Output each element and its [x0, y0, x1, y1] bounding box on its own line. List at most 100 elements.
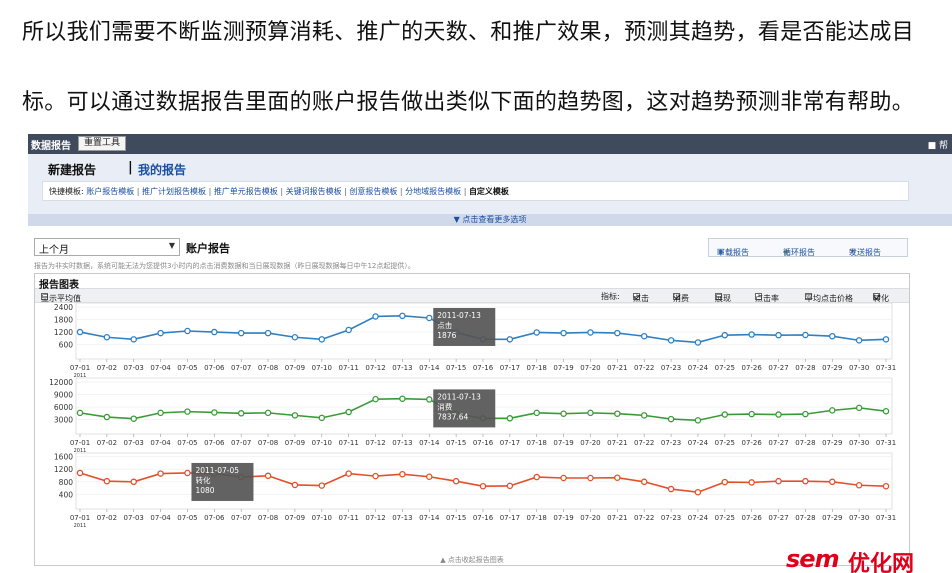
data-point — [345, 470, 352, 477]
x-tick-label: 07-06 — [204, 514, 225, 522]
data-point — [318, 414, 326, 422]
x-tick-label: 07-17 — [500, 514, 520, 522]
y-tick-label: 12000 — [49, 378, 73, 387]
report-chart-box: 报告图表 显示平均值 指标: 点击 消费 展现 点击率 平均点击价格 转化 60… — [34, 273, 910, 566]
data-point — [345, 408, 352, 416]
x-tick-label: 07-28 — [795, 364, 815, 372]
help-icon[interactable]: ■ 帮 — [928, 138, 948, 151]
data-point — [291, 333, 299, 341]
data-point — [855, 337, 863, 344]
x-tick-label: 07-26 — [741, 514, 762, 522]
data-point — [237, 329, 245, 337]
template-plan[interactable]: 推广计划报告模板 — [142, 187, 206, 196]
x-tick-label: 07-15 — [446, 439, 466, 447]
data-point — [372, 313, 379, 320]
tooltip-value: 1876 — [437, 331, 456, 340]
data-point — [426, 314, 433, 322]
tab-new-report[interactable]: 新建报告 — [48, 161, 96, 178]
x-tick-label: 07-16 — [473, 364, 494, 372]
x-tick-label: 07-23 — [661, 364, 681, 372]
x-tick-label: 07-30 — [849, 364, 869, 372]
template-custom[interactable]: 自定义模板 — [469, 187, 509, 196]
date-range-value: 上个月 — [39, 245, 69, 256]
data-point — [399, 312, 406, 320]
x-tick-label: 07-25 — [715, 514, 735, 522]
data-point — [157, 470, 164, 477]
data-point — [291, 481, 299, 489]
template-account[interactable]: 账户报告模板 — [86, 187, 134, 196]
data-point — [76, 469, 84, 477]
x-tick-label: 07-27 — [768, 439, 788, 447]
data-point — [587, 474, 594, 482]
x-tick-label: 07-12 — [365, 364, 385, 372]
x-tick-label: 07-15 — [446, 514, 466, 522]
x-tick-label: 07-05 — [177, 514, 197, 522]
data-point — [748, 479, 755, 486]
data-point — [506, 336, 514, 343]
send-label: 发送报告 — [849, 248, 881, 257]
data-point — [829, 407, 836, 414]
template-keyword[interactable]: 关键词报告模板 — [286, 187, 342, 196]
tooltip-metric: 点击 — [437, 320, 452, 330]
x-tick-label: 07-01 — [70, 514, 90, 522]
data-point — [130, 478, 137, 486]
x-tick-label: 07-16 — [473, 439, 494, 447]
expand-more-options[interactable]: ▼ 点击查看更多选项 — [28, 214, 952, 226]
data-point — [802, 477, 809, 485]
x-tick-label: 07-20 — [580, 364, 600, 372]
x-tick-label: 07-01 — [70, 439, 90, 447]
watermark-logo: sem 优化网 — [786, 545, 946, 573]
data-point — [855, 404, 863, 412]
x-tick-label: 07-08 — [258, 514, 278, 522]
data-point — [721, 331, 729, 339]
y-tick-label: 600 — [59, 341, 74, 350]
data-point — [775, 477, 782, 485]
x-tick-label: 07-27 — [768, 514, 788, 522]
data-point — [640, 412, 648, 419]
tooltip-metric: 消费 — [437, 401, 452, 411]
data-point — [775, 331, 782, 339]
template-region[interactable]: 分地域报告模板 — [405, 187, 461, 196]
x-tick-label: 07-20 — [580, 514, 600, 522]
x-tick-label: 07-26 — [741, 364, 762, 372]
data-point — [426, 473, 433, 480]
x-tick-label: 07-12 — [365, 439, 385, 447]
template-unit[interactable]: 推广单元报告模板 — [214, 187, 278, 196]
template-creative[interactable]: 创意报告模板 — [349, 187, 397, 196]
data-point — [76, 328, 84, 336]
data-point — [157, 409, 164, 417]
app-title: 数据报告 — [31, 141, 71, 152]
collapse-chart-link[interactable]: ▲ 点击收起报告图表 — [35, 555, 909, 565]
metrics-label: 指标: — [601, 292, 620, 301]
x-tick-label: 07-17 — [500, 364, 520, 372]
x-tick-label: 07-10 — [312, 439, 332, 447]
data-point — [372, 472, 379, 480]
x-tick-label: 07-16 — [473, 514, 494, 522]
x-tick-label: 07-21 — [607, 364, 627, 372]
data-point — [130, 336, 137, 343]
report-panel: 新建报告 | 我的报告 快捷模板: 账户报告模板 | 推广计划报告模板 | 推广… — [28, 154, 952, 226]
x-tick-label: 07-09 — [285, 439, 305, 447]
tab-separator: | — [128, 160, 133, 175]
x-tick-label: 07-11 — [338, 439, 358, 447]
x-tick-label: 07-08 — [258, 439, 278, 447]
data-point — [587, 329, 594, 336]
reset-tool-button[interactable]: 重置工具 — [78, 136, 127, 151]
x-tick-label: 07-22 — [634, 514, 654, 522]
y-tick-label: 9000 — [54, 391, 73, 400]
x-tick-label: 07-23 — [661, 439, 681, 447]
x-tick-label: 07-31 — [876, 364, 896, 372]
tab-my-reports[interactable]: 我的报告 — [138, 161, 186, 178]
x-tick-label: 07-07 — [231, 514, 251, 522]
x-tick-label: 07-19 — [553, 514, 573, 522]
data-point — [640, 478, 648, 486]
x-tick-label: 07-13 — [392, 439, 412, 447]
x-tick-label: 07-19 — [553, 439, 573, 447]
data-point — [103, 333, 111, 341]
data-point — [103, 413, 111, 421]
date-range-select[interactable]: 上个月 ▼ — [34, 238, 180, 256]
x-tick-label: 07-18 — [527, 514, 547, 522]
x-tick-label: 07-08 — [258, 364, 278, 372]
x-tick-label: 07-06 — [204, 364, 225, 372]
data-point — [291, 412, 299, 419]
